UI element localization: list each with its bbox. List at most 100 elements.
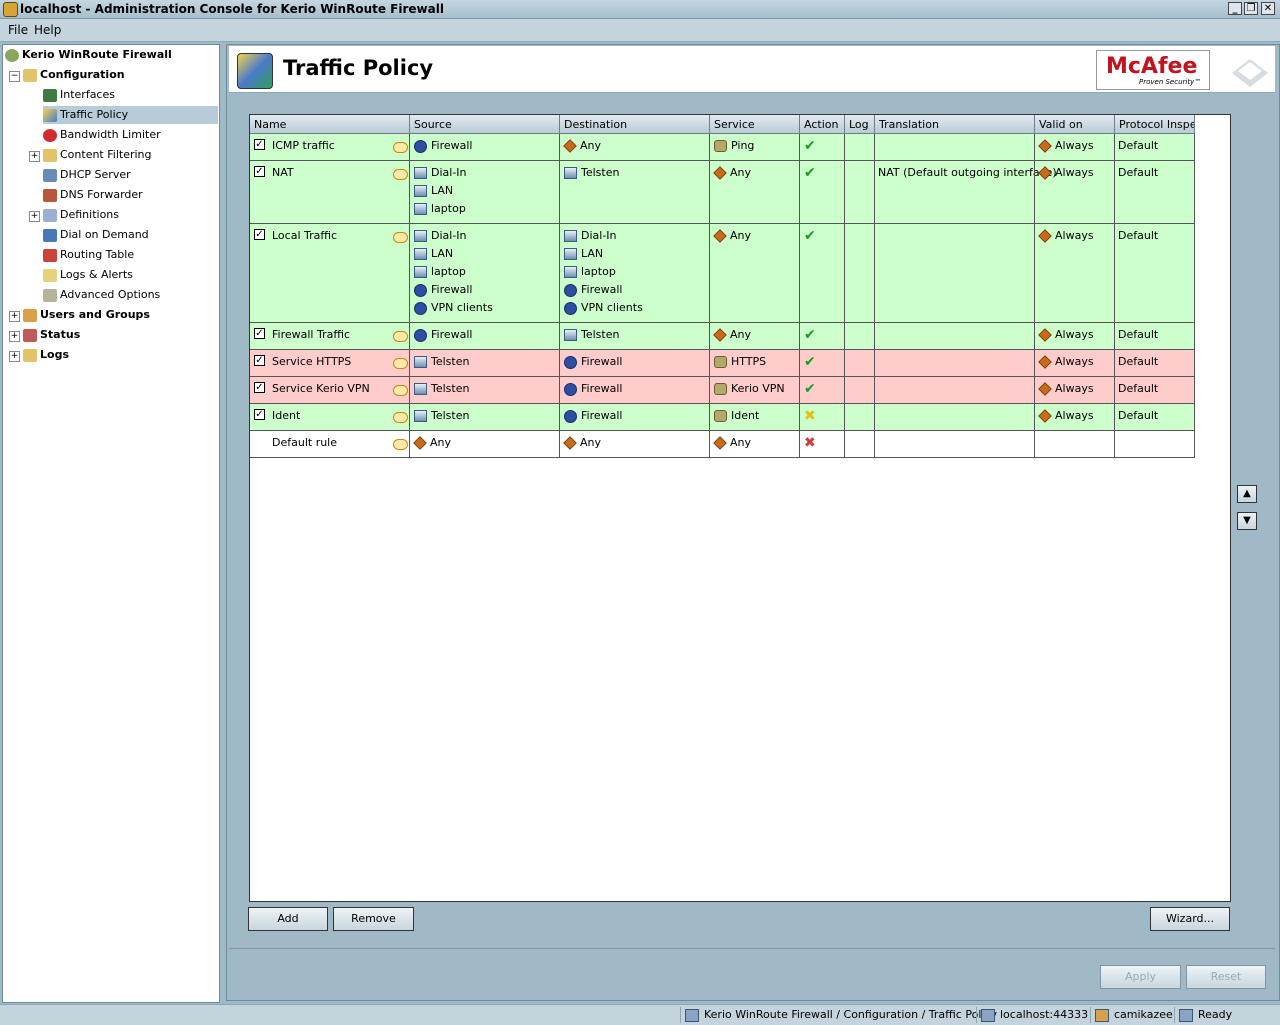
comment-icon[interactable] [393, 169, 408, 180]
table-row[interactable]: ✓ ICMP traffic Firewall Any Ping ✔ Always Defau… [250, 134, 1195, 161]
protocol-inspector: Default [1118, 409, 1159, 422]
destination-item: LAN [564, 247, 603, 261]
any-icon [563, 436, 577, 450]
permit-icon[interactable]: ✔ [804, 166, 816, 180]
translation: NAT (Default outgoing interface) [878, 166, 1057, 179]
status-server: localhost:44333 [976, 1007, 1091, 1023]
tree-item-content-filtering[interactable]: Content Filtering [43, 146, 152, 164]
vpn-clients-icon [414, 301, 427, 315]
tree-item-dns-forwarder[interactable]: DNS Forwarder [43, 186, 143, 204]
tree-logs[interactable]: Logs [23, 346, 69, 364]
status-state-text: Ready [1198, 1008, 1233, 1021]
expand-content-filtering-icon[interactable]: + [29, 151, 40, 162]
destination-label: laptop [581, 265, 616, 278]
expand-logs-icon[interactable]: + [9, 351, 20, 362]
destination-item: laptop [564, 265, 616, 279]
comment-icon[interactable] [393, 412, 408, 423]
tree-item-logs-alerts[interactable]: Logs & Alerts [43, 266, 133, 284]
tree-configuration[interactable]: Configuration [23, 66, 125, 84]
permit-icon[interactable]: ✔ [804, 328, 816, 342]
tree-item-interfaces[interactable]: Interfaces [43, 86, 115, 104]
interface-icon [414, 356, 427, 368]
rule-enabled-checkbox[interactable]: ✓ [254, 328, 265, 339]
permit-icon[interactable]: ✔ [804, 355, 816, 369]
tree-item-label: Routing Table [60, 248, 135, 261]
restore-button[interactable]: ❐ [1244, 2, 1258, 15]
move-down-button[interactable]: ▼ [1237, 512, 1257, 530]
table-row[interactable]: ✓ Local Traffic Dial-In LAN laptop Firewall VP… [250, 224, 1195, 323]
tree-item-dhcp-server[interactable]: DHCP Server [43, 166, 131, 184]
tree-item-bandwidth-limiter[interactable]: Bandwidth Limiter [43, 126, 161, 144]
rule-enabled-checkbox[interactable]: ✓ [254, 229, 265, 240]
column-header[interactable]: Translation [875, 115, 1035, 134]
tree-item-traffic-policy[interactable]: Traffic Policy [43, 106, 218, 124]
menu-help[interactable]: Help [34, 23, 61, 37]
interface-icon [414, 266, 427, 278]
destination-label: Firewall [581, 382, 623, 395]
firewall-globe-icon [5, 48, 19, 62]
tree-item-definitions[interactable]: Definitions [43, 206, 119, 224]
destination-item: Any [563, 436, 601, 450]
minimize-button[interactable]: _ [1228, 2, 1242, 15]
firewall-icon [414, 139, 427, 153]
deny-icon[interactable]: ✖ [804, 436, 816, 450]
status-bar: Kerio WinRoute Firewall / Configuration … [0, 1004, 1280, 1025]
close-button[interactable]: ✕ [1261, 2, 1275, 15]
tree-item-advanced-options[interactable]: Advanced Options [43, 286, 160, 304]
rule-enabled-checkbox[interactable]: ✓ [254, 139, 265, 150]
comment-icon[interactable] [393, 385, 408, 396]
table-row[interactable]: Default rule Any Any Any ✖ [250, 431, 1195, 458]
column-header[interactable]: Log [845, 115, 875, 134]
column-header[interactable]: Source [410, 115, 560, 134]
table-row[interactable]: ✓ Ident Telsten Firewall Ident ✖ Always Default [250, 404, 1195, 431]
permit-icon[interactable]: ✔ [804, 139, 816, 153]
tree-item-routing-table[interactable]: Routing Table [43, 246, 134, 264]
permit-icon[interactable]: ✔ [804, 229, 816, 243]
source-item: laptop [414, 202, 466, 216]
column-header[interactable]: Protocol Inspec [1115, 115, 1195, 134]
apply-button[interactable]: Apply [1100, 965, 1181, 989]
service-label: Ident [731, 409, 760, 422]
rule-enabled-checkbox[interactable]: ✓ [254, 166, 265, 177]
tree-root[interactable]: Kerio WinRoute Firewall [5, 46, 172, 64]
service-label: HTTPS [731, 355, 767, 368]
move-up-button[interactable]: ▲ [1237, 485, 1257, 503]
reset-button[interactable]: Reset [1186, 965, 1266, 989]
comment-icon[interactable] [393, 232, 408, 243]
rule-enabled-checkbox[interactable]: ✓ [254, 409, 265, 420]
table-row[interactable]: ✓ Firewall Traffic Firewall Telsten Any ✔ Alwa… [250, 323, 1195, 350]
service-label: Any [730, 328, 752, 341]
tree-status[interactable]: Status [23, 326, 80, 344]
permit-icon[interactable]: ✔ [804, 382, 816, 396]
destination-label: Firewall [581, 355, 623, 368]
column-header[interactable]: Action [800, 115, 845, 134]
comment-icon[interactable] [393, 358, 408, 369]
add-button[interactable]: Add [248, 907, 328, 931]
expand-status-icon[interactable]: + [9, 331, 20, 342]
drop-icon[interactable]: ✖ [804, 409, 816, 423]
expand-definitions-icon[interactable]: + [29, 211, 40, 222]
rule-enabled-checkbox[interactable]: ✓ [254, 382, 265, 393]
comment-icon[interactable] [393, 142, 408, 153]
wizard-button[interactable]: Wizard... [1150, 907, 1230, 931]
expand-users-icon[interactable]: + [9, 311, 20, 322]
menu-file[interactable]: File [8, 23, 28, 37]
comment-icon[interactable] [393, 331, 408, 342]
table-row[interactable]: ✓ Service HTTPS Telsten Firewall HTTPS ✔ Alway… [250, 350, 1195, 377]
table-row[interactable]: ✓ Service Kerio VPN Telsten Firewall Kerio V… [250, 377, 1195, 404]
collapse-configuration-icon[interactable]: − [9, 71, 20, 82]
column-divider [1034, 134, 1035, 458]
tree-item-label: Advanced Options [60, 288, 161, 301]
tree-users-and-groups[interactable]: Users and Groups [23, 306, 150, 324]
remove-button[interactable]: Remove [333, 907, 414, 931]
tree-item-label: Traffic Policy [60, 108, 129, 121]
column-header[interactable]: Valid on [1035, 115, 1115, 134]
comment-icon[interactable] [393, 439, 408, 450]
dhcp-server-icon [43, 168, 57, 182]
rule-enabled-checkbox[interactable]: ✓ [254, 355, 265, 366]
column-header[interactable]: Service [710, 115, 800, 134]
column-header[interactable]: Destination [560, 115, 710, 134]
tree-item-dial-on-demand[interactable]: Dial on Demand [43, 226, 149, 244]
table-row[interactable]: ✓ NAT Dial-In LAN laptop Telsten Any ✔ NAT (Defa… [250, 161, 1195, 224]
column-header[interactable]: Name [250, 115, 410, 134]
